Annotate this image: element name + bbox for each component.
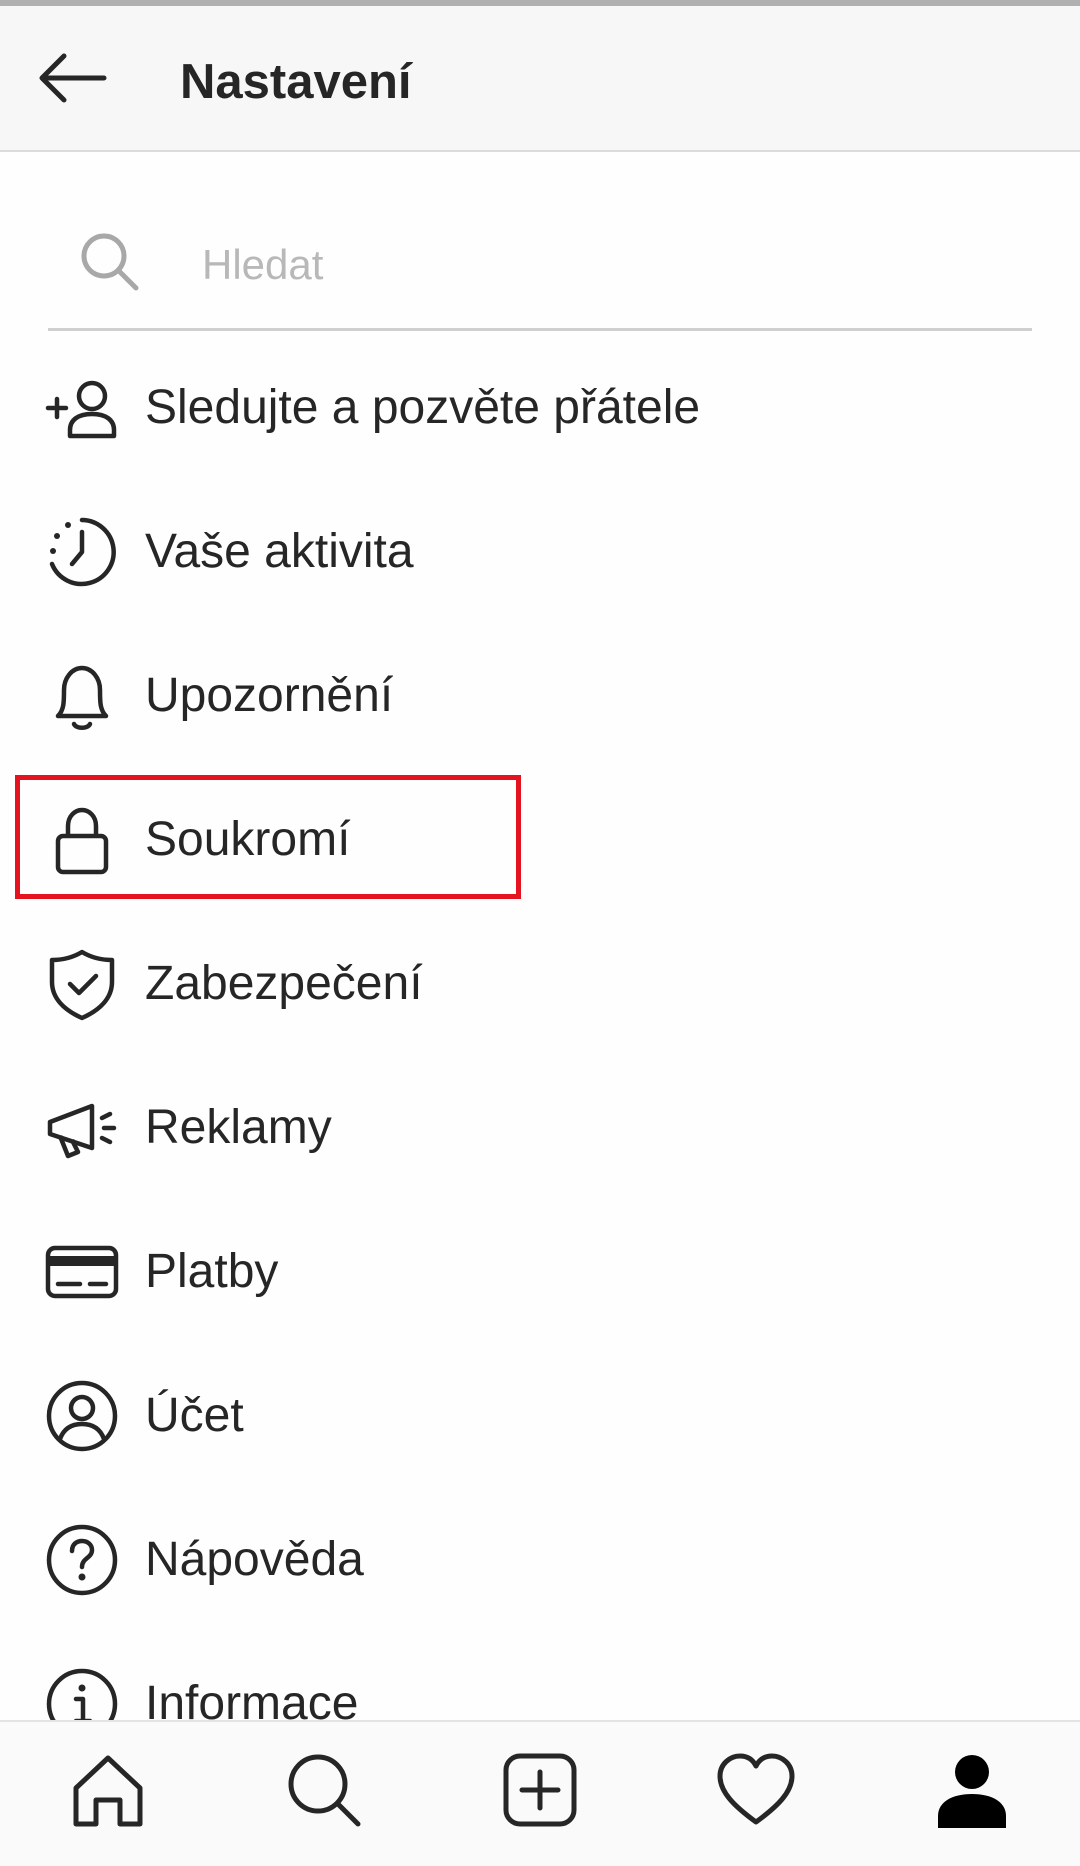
home-icon [73, 1755, 143, 1827]
menu-item-help[interactable]: Nápověda [0, 1482, 1080, 1626]
menu-item-security[interactable]: Zabezpečení [0, 906, 1080, 1050]
menu-item-notifications[interactable]: Upozornění [0, 618, 1080, 762]
help-icon [46, 1524, 118, 1596]
activity-heart-icon [717, 1753, 795, 1825]
menu-item-label: Účet [145, 1389, 244, 1442]
menu-item-label: Nápověda [145, 1533, 364, 1586]
shield-check-icon [49, 949, 115, 1021]
profile-icon [938, 1755, 1006, 1828]
bell-icon [55, 665, 109, 730]
nav-activity-button[interactable] [714, 1748, 798, 1832]
settings-screen: Nastavení Sledujte a pozvěte přátele [0, 0, 1080, 1866]
menu-item-label: Platby [145, 1245, 279, 1298]
credit-card-icon [45, 1245, 119, 1299]
top-bar: Nastavení [0, 6, 1080, 152]
lock-icon [55, 807, 109, 875]
search-bar [48, 204, 1032, 331]
menu-item-label: Upozornění [145, 669, 394, 722]
arrow-left-icon [39, 53, 107, 103]
account-circle-icon [46, 1380, 118, 1452]
menu-item-follow-invite[interactable]: Sledujte a pozvěte přátele [0, 330, 1080, 474]
menu-item-label: Vaše aktivita [145, 525, 414, 578]
search-icon [81, 233, 139, 291]
nav-search-button[interactable] [282, 1748, 366, 1832]
search-input[interactable] [200, 232, 984, 298]
new-post-icon [503, 1753, 577, 1827]
menu-item-privacy[interactable]: Soukromí [0, 762, 1080, 906]
menu-item-label: Zabezpečení [145, 957, 423, 1010]
bottom-nav [0, 1720, 1080, 1866]
menu-item-payments[interactable]: Platby [0, 1194, 1080, 1338]
nav-new-post-button[interactable] [498, 1748, 582, 1832]
menu-item-label: Sledujte a pozvěte přátele [145, 381, 701, 434]
menu-item-ads[interactable]: Reklamy [0, 1050, 1080, 1194]
megaphone-icon [47, 1103, 117, 1159]
nav-home-button[interactable] [66, 1748, 150, 1832]
menu-item-label: Reklamy [145, 1101, 332, 1154]
menu-item-your-activity[interactable]: Vaše aktivita [0, 474, 1080, 618]
add-person-icon [45, 380, 117, 439]
menu-item-label: Soukromí [145, 813, 351, 866]
search-icon [288, 1754, 361, 1827]
nav-profile-button[interactable] [930, 1748, 1014, 1832]
menu-item-account[interactable]: Účet [0, 1338, 1080, 1482]
back-button[interactable] [24, 38, 120, 118]
activity-clock-icon [49, 517, 116, 587]
page-title: Nastavení [180, 55, 412, 109]
